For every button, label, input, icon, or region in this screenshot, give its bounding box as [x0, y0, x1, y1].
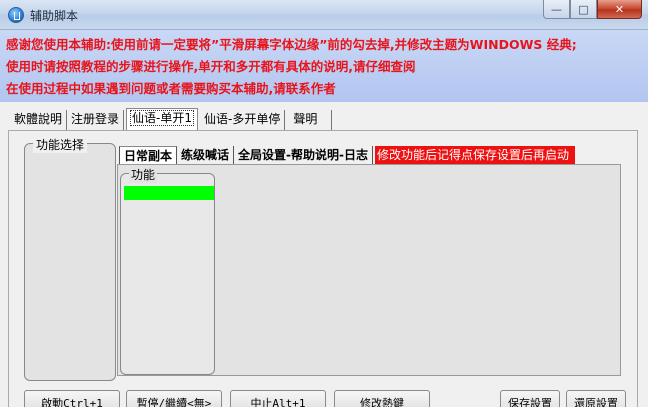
main-panel: 功能选择 日常副本 练级喊话 全局设置-帮助说明-日志 修改功能后记得点保存设置… [8, 130, 638, 407]
tab-global-settings[interactable]: 全局设置-帮助说明-日志 [234, 146, 373, 164]
save-settings-button[interactable]: 保存設置 [500, 390, 560, 407]
tab-single-open-label: 仙语-单开1 [130, 110, 194, 126]
inner-panel: 功能 [117, 164, 621, 376]
tab-daily-dungeon[interactable]: 日常副本 [119, 145, 178, 165]
tab-statement[interactable]: 聲明 [285, 110, 333, 130]
minimize-button[interactable]: — [543, 0, 570, 19]
tab-single-open[interactable]: 仙语-单开1 [126, 108, 198, 130]
function-group: 功能 [120, 166, 215, 375]
close-button[interactable]: ✕ [597, 0, 642, 19]
stop-button[interactable]: 中止Alt+1 [230, 390, 326, 407]
tab-register-login[interactable]: 注册登录 [67, 110, 125, 130]
notice-banner: 感谢您使用本辅助:使用前请一定要将”平滑屏幕字体边缘”前的勾去掉,并修改主题为W… [0, 30, 648, 102]
notice-line-3: 在使用过程中如果遇到问题或者需要购买本辅助,请联系作者 [6, 81, 336, 96]
function-label: 功能 [129, 166, 158, 183]
function-select-group: 功能选择 [24, 136, 116, 381]
notice-line-1: 感谢您使用本辅助:使用前请一定要将”平滑屏幕字体边缘”前的勾去掉,并修改主题为W… [6, 37, 577, 52]
start-button[interactable]: 啟動Ctrl+1 [24, 390, 120, 407]
window-title: 辅助脚本 [30, 9, 79, 23]
pause-button[interactable]: 暫停/繼續<無> [126, 390, 222, 407]
notice-line-2: 使用时请按照教程的步骤进行操作,单开和多开都有具体的说明,请仔细查阅 [6, 59, 416, 74]
outer-tab-bar: 軟體說明 注册登录 仙语-单开1 仙语-多开单停 聲明 [10, 108, 333, 130]
tab-multi-open[interactable]: 仙语-多开单停 [200, 110, 286, 130]
title-bar: 辅助脚本 — □ ✕ [0, 0, 648, 30]
maximize-button[interactable]: □ [570, 0, 597, 19]
tab-leveling-shout[interactable]: 练级喊话 [177, 146, 235, 164]
function-list-item[interactable] [124, 186, 214, 200]
inner-tab-bar: 日常副本 练级喊话 全局设置-帮助说明-日志 修改功能后记得点保存设置后再启动 [119, 145, 576, 165]
app-icon [8, 7, 24, 23]
save-warning: 修改功能后记得点保存设置后再启动 [375, 146, 576, 164]
window-controls: — □ ✕ [543, 0, 642, 19]
function-select-label: 功能选择 [33, 136, 88, 153]
restore-settings-button[interactable]: 還原設置 [566, 390, 626, 407]
tab-software-info[interactable]: 軟體說明 [10, 110, 68, 130]
hotkey-button[interactable]: 修改熱鍵 [334, 390, 430, 407]
